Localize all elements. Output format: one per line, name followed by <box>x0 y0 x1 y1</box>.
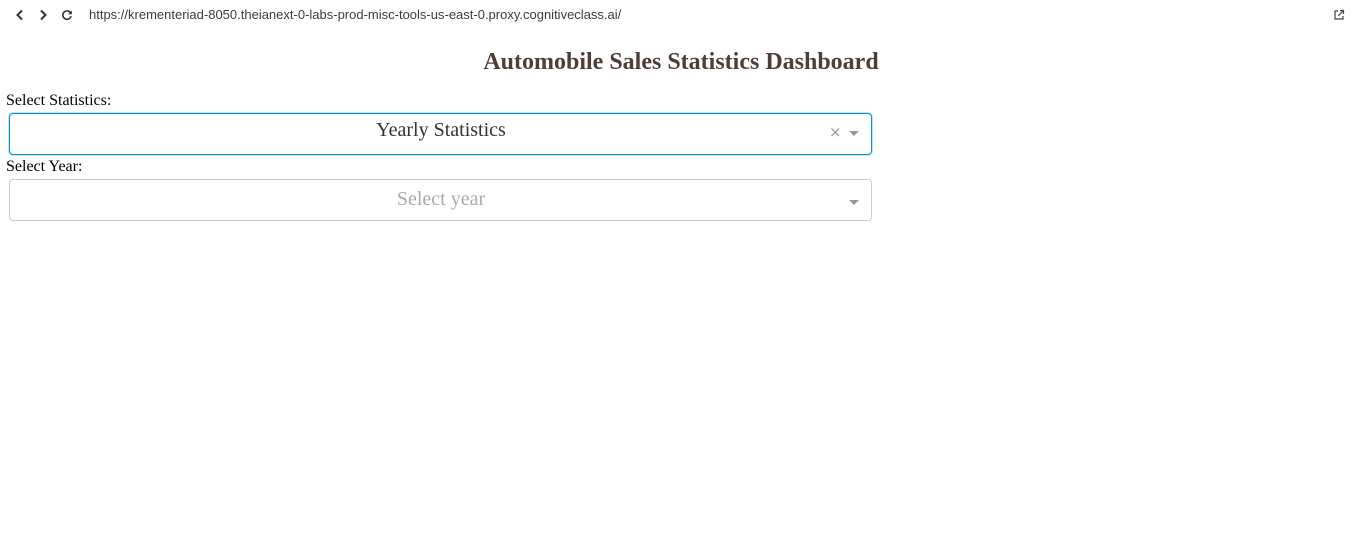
statistics-selected-value: Yearly Statistics <box>376 119 506 141</box>
clear-icon[interactable]: × <box>829 125 842 140</box>
reload-icon <box>62 10 72 21</box>
chevron-left-icon <box>16 9 23 21</box>
chevron-down-icon <box>849 200 859 205</box>
browser-toolbar: https://krementeriad-8050.theianext-0-la… <box>0 0 1362 30</box>
year-dropdown[interactable]: Select year <box>9 179 872 221</box>
page-title: Automobile Sales Statistics Dashboard <box>483 49 879 75</box>
reload-button[interactable] <box>59 7 75 23</box>
open-external-icon <box>1334 9 1345 20</box>
year-dropdown-toggle[interactable] <box>846 180 862 220</box>
open-external-button[interactable] <box>1333 8 1347 22</box>
statistics-label: Select Statistics: <box>6 92 112 109</box>
chevron-down-icon <box>849 131 859 136</box>
year-placeholder: Select year <box>396 188 486 210</box>
statistics-dropdown-toggle[interactable] <box>846 114 862 154</box>
statistics-dropdown[interactable]: Yearly Statistics × <box>9 113 872 155</box>
back-button[interactable] <box>12 7 28 23</box>
forward-button[interactable] <box>35 7 51 23</box>
chevron-right-icon <box>40 9 47 21</box>
address-bar-url[interactable]: https://krementeriad-8050.theianext-0-la… <box>89 7 621 23</box>
year-label: Select Year: <box>6 158 83 175</box>
